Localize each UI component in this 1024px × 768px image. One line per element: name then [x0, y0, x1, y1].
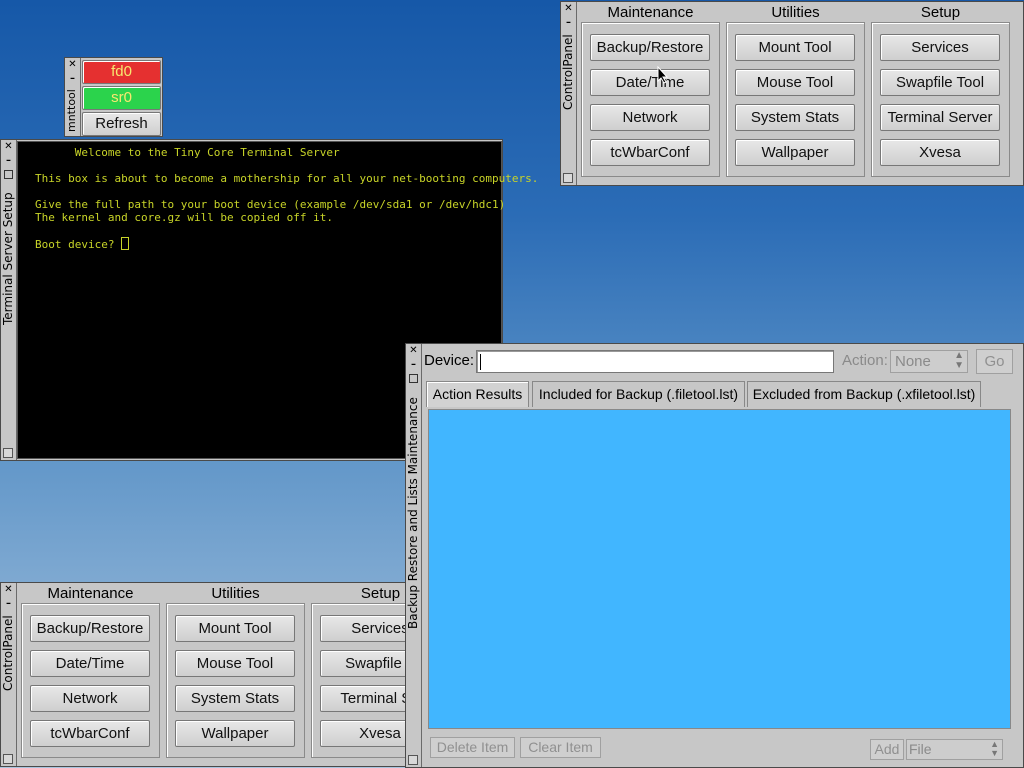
tab-excluded[interactable]: Excluded from Backup (.xfiletool.lst) [747, 381, 981, 407]
wallpaper-button[interactable]: Wallpaper [175, 720, 295, 747]
terminal-server-button[interactable]: Terminal Server [880, 104, 1000, 131]
control-panel-title-2: ControlPanel [1, 615, 15, 691]
close-icon[interactable]: ✕ [563, 4, 574, 15]
minimize-icon[interactable]: – [3, 599, 14, 610]
minimize-icon[interactable]: – [408, 360, 419, 371]
tab-included[interactable]: Included for Backup (.filetool.lst) [532, 381, 745, 407]
minimize-icon[interactable]: – [563, 18, 574, 29]
action-select[interactable]: None ▲ ▼ [890, 350, 968, 373]
minimize-icon[interactable]: – [3, 156, 14, 167]
group-header-maintenance: Maintenance [607, 4, 694, 21]
xvesa-button[interactable]: Xvesa [880, 139, 1000, 166]
network-button[interactable]: Network [590, 104, 710, 131]
mount-tool-button[interactable]: Mount Tool [175, 615, 295, 642]
minimize-icon[interactable]: – [67, 74, 78, 85]
system-stats-button[interactable]: System Stats [175, 685, 295, 712]
terminal-title: Terminal Server Setup [1, 192, 15, 326]
network-button[interactable]: Network [30, 685, 150, 712]
device-input[interactable] [476, 350, 834, 373]
terminal-line: Give the full path to your boot device (… [35, 198, 506, 211]
maximize-icon[interactable] [409, 374, 418, 383]
tab-action-results[interactable]: Action Results [426, 381, 529, 407]
tcwbarconf-button[interactable]: tcWbarConf [30, 720, 150, 747]
action-label: Action: [842, 352, 888, 369]
terminal-prompt[interactable]: Boot device? [35, 237, 130, 251]
add-button[interactable]: Add [870, 739, 904, 760]
terminal-line: The kernel and core.gz will be copied of… [35, 211, 334, 224]
mnttool-title: mnttool [65, 89, 78, 133]
backup-titlebar: ✕ – Backup Restore and Lists Maintenance [406, 344, 422, 767]
refresh-button[interactable]: Refresh [82, 112, 161, 136]
services-button[interactable]: Services [880, 34, 1000, 61]
terminal-cursor [121, 237, 130, 250]
tcwbarconf-button[interactable]: tcWbarConf [590, 139, 710, 166]
results-panel[interactable] [428, 409, 1011, 729]
backup-title: Backup Restore and Lists Maintenance [406, 397, 420, 629]
close-icon[interactable]: ✕ [408, 346, 419, 357]
group-header-maintenance: Maintenance [47, 585, 134, 602]
mnttool-titlebar: ✕ – mnttool [65, 58, 81, 136]
terminal-line: This box is about to become a mothership… [35, 172, 539, 185]
spinner-icon: ▲ ▼ [990, 739, 999, 758]
date-time-button[interactable]: Date/Time [30, 650, 150, 677]
swapfile-tool-button[interactable]: Swapfile Tool [880, 69, 1000, 96]
control-panel-window: ✕ – ControlPanel Maintenance Backup/Resto… [560, 1, 1024, 186]
group-header-utilities: Utilities [211, 585, 260, 602]
date-time-button[interactable]: Date/Time [590, 69, 710, 96]
control-panel-title: ControlPanel [561, 34, 575, 110]
group-header-setup: Setup [920, 4, 961, 21]
device-sr0-button[interactable]: sr0 [82, 86, 161, 110]
close-icon[interactable]: ✕ [3, 585, 14, 596]
control-panel-titlebar-2: ✕ – ControlPanel [1, 583, 17, 766]
group-header-utilities: Utilities [771, 4, 820, 21]
wallpaper-button[interactable]: Wallpaper [735, 139, 855, 166]
close-icon[interactable]: ✕ [3, 142, 14, 153]
resize-handle[interactable] [3, 448, 13, 458]
device-fd0-button[interactable]: fd0 [82, 60, 161, 84]
mouse-pointer-icon [657, 66, 669, 84]
resize-handle[interactable] [3, 754, 13, 764]
mnttool-window: ✕ – mnttool fd0 sr0 Refresh [64, 57, 163, 137]
go-button[interactable]: Go [976, 349, 1013, 374]
mouse-tool-button[interactable]: Mouse Tool [735, 69, 855, 96]
file-select[interactable]: File ▲ ▼ [906, 739, 1003, 760]
terminal-titlebar: ✕ – Terminal Server Setup [1, 140, 17, 460]
terminal-line: Welcome to the Tiny Core Terminal Server [35, 146, 340, 159]
backup-restore-button[interactable]: Backup/Restore [590, 34, 710, 61]
system-stats-button[interactable]: System Stats [735, 104, 855, 131]
text-cursor [480, 354, 481, 370]
close-icon[interactable]: ✕ [67, 60, 78, 71]
delete-item-button[interactable]: Delete Item [430, 737, 515, 758]
spinner-icon: ▲ ▼ [954, 350, 964, 371]
device-label: Device: [424, 352, 475, 369]
maximize-icon[interactable] [4, 170, 13, 179]
clear-item-button[interactable]: Clear Item [520, 737, 601, 758]
resize-handle[interactable] [408, 755, 418, 765]
control-panel-titlebar: ✕ – ControlPanel [561, 2, 577, 185]
terminal-prompt-text: Boot device? [35, 238, 122, 251]
backup-restore-button[interactable]: Backup/Restore [30, 615, 150, 642]
control-panel-window-2: ✕ – ControlPanel Maintenance Backup/Resto… [0, 582, 464, 767]
resize-handle[interactable] [563, 173, 573, 183]
mouse-tool-button[interactable]: Mouse Tool [175, 650, 295, 677]
mount-tool-button[interactable]: Mount Tool [735, 34, 855, 61]
